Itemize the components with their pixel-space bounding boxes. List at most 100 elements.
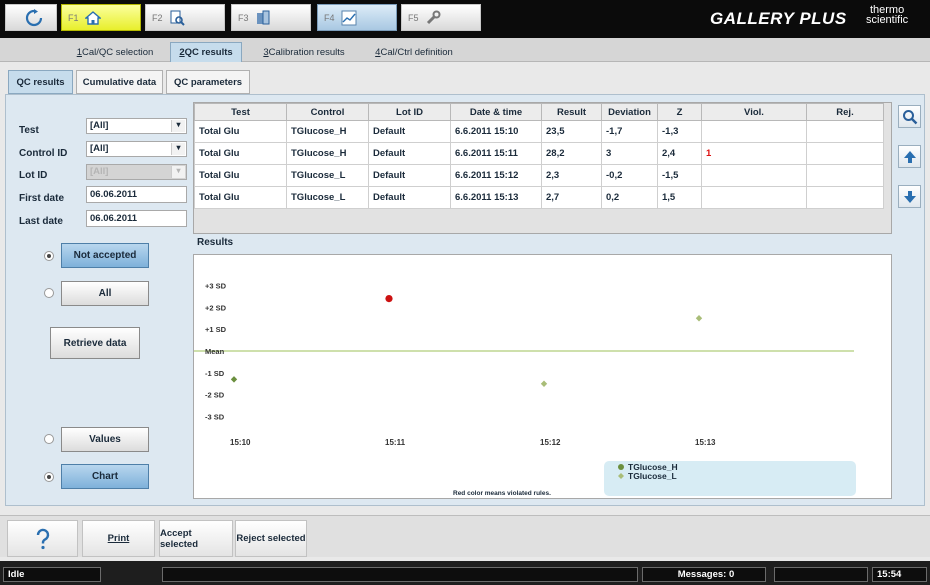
cell-test: Total Glu [194, 186, 287, 209]
test-select[interactable]: [All] ▾ [86, 118, 187, 134]
status-clock: 15:54 [872, 567, 927, 582]
first-date-input[interactable]: 06.06.2011 [86, 186, 187, 203]
f5-button[interactable]: F5 [401, 4, 481, 31]
table-header-row: Test Control Lot ID Date & time Result D… [194, 103, 884, 121]
col-control[interactable]: Control [286, 103, 369, 121]
app-title: GALLERY PLUS [710, 9, 847, 28]
magnifier-icon [902, 109, 917, 124]
subtab-cumulative-data[interactable]: Cumulative data [76, 70, 163, 94]
refresh-button[interactable] [5, 4, 57, 31]
y-tick-label: +3 SD [205, 282, 227, 291]
cell-lot-id: Default [368, 120, 451, 143]
f3-button[interactable]: F3 [231, 4, 311, 31]
data-point [230, 376, 238, 383]
table-row[interactable]: Total Glu TGlucose_L Default 6.6.2011 15:12… [194, 164, 884, 187]
cell-test: Total Glu [194, 142, 287, 165]
values-radio[interactable] [44, 434, 54, 444]
table-row[interactable]: Total Glu TGlucose_H Default 6.6.2011 15:11… [194, 142, 884, 165]
last-date-label: Last date [19, 216, 63, 227]
status-message-area [162, 567, 638, 582]
home-icon [84, 10, 101, 25]
cell-lot-id: Default [368, 164, 451, 187]
question-icon [36, 528, 49, 549]
status-state: Idle [3, 567, 101, 582]
col-lot-id[interactable]: Lot ID [368, 103, 451, 121]
cell-result: 2,7 [541, 186, 602, 209]
last-date-input[interactable]: 06.06.2011 [86, 210, 187, 227]
lot-id-select: [All] ▾ [86, 164, 187, 180]
data-point [540, 380, 548, 387]
results-label: Results [197, 237, 234, 248]
f1-home-button[interactable]: F1 [61, 4, 141, 31]
cell-lot-id: Default [368, 186, 451, 209]
status-blank [774, 567, 868, 582]
y-tick-label: +1 SD [205, 325, 227, 334]
chart-radio[interactable] [44, 472, 54, 482]
col-rej[interactable]: Rej. [806, 103, 884, 121]
violation-note: Red color means violated rules. [453, 490, 551, 497]
move-up-button[interactable] [898, 145, 921, 168]
tab-cal-qc-selection[interactable]: 1 Cal/QC selection [66, 42, 164, 62]
f4-key-label: F4 [324, 12, 335, 23]
table-row[interactable]: Total Glu TGlucose_H Default 6.6.2011 15:10… [194, 120, 884, 143]
main-tab-bar: 1 Cal/QC selection 2 QC results 3 Calibrati… [0, 38, 930, 62]
col-z[interactable]: Z [657, 103, 702, 121]
x-tick-label: 15:13 [695, 438, 716, 447]
cell-result: 2,3 [541, 164, 602, 187]
f2-key-label: F2 [152, 12, 163, 23]
col-result[interactable]: Result [541, 103, 602, 121]
f2-button[interactable]: F2 [145, 4, 225, 31]
retrieve-data-button[interactable]: Retrieve data [50, 327, 140, 359]
print-button[interactable]: Print [82, 520, 155, 557]
cell-control: TGlucose_H [286, 120, 369, 143]
tab-qc-results[interactable]: 2 QC results [170, 42, 242, 62]
cell-viol [701, 120, 807, 143]
refresh-icon [25, 8, 43, 26]
tab-cal-ctrl-definition[interactable]: 4 Cal/Ctrl definition [364, 42, 464, 62]
search-doc-icon [170, 10, 185, 26]
cell-z: -1,3 [657, 120, 702, 143]
table-row[interactable]: Total Glu TGlucose_L Default 6.6.2011 15:13… [194, 186, 884, 209]
f5-key-label: F5 [408, 12, 419, 23]
legend-marker [618, 464, 624, 470]
messages-count: Messages: 0 [677, 569, 735, 580]
all-button[interactable]: All [61, 281, 149, 306]
arrow-down-icon [903, 190, 916, 203]
cell-deviation: -0,2 [601, 164, 658, 187]
cell-control: TGlucose_L [286, 186, 369, 209]
chart-button[interactable]: Chart [61, 464, 149, 489]
qc-chart-svg: +3 SD +2 SD +1 SD Mean -1 SD -2 SD -3 SD 15:10 1… [194, 282, 856, 497]
move-down-button[interactable] [898, 185, 921, 208]
col-date-time[interactable]: Date & time [450, 103, 542, 121]
test-select-value: [All] [90, 120, 109, 131]
cell-date-time: 6.6.2011 15:11 [450, 142, 542, 165]
f4-button[interactable]: F4 [317, 4, 397, 31]
col-deviation[interactable]: Deviation [601, 103, 658, 121]
cell-z: -1,5 [657, 164, 702, 187]
tab-calibration-results[interactable]: 3 Calibration results [252, 42, 356, 62]
not-accepted-button[interactable]: Not accepted [61, 243, 149, 268]
lot-id-select-value: [All] [90, 166, 109, 177]
control-id-select[interactable]: [All] ▾ [86, 141, 187, 157]
reject-selected-button[interactable]: Reject selected [235, 520, 307, 557]
accept-selected-button[interactable]: Accept selected [159, 520, 233, 557]
messages-button[interactable]: Messages: 0 [642, 567, 766, 582]
qc-results-table: Test Control Lot ID Date & time Result D… [193, 102, 892, 234]
col-viol[interactable]: Viol. [701, 103, 807, 121]
col-test[interactable]: Test [194, 103, 287, 121]
help-button[interactable] [7, 520, 78, 557]
not-accepted-radio[interactable] [44, 251, 54, 261]
cell-viol [701, 164, 807, 187]
subtab-qc-parameters[interactable]: QC parameters [166, 70, 250, 94]
cell-date-time: 6.6.2011 15:12 [450, 164, 542, 187]
values-button[interactable]: Values [61, 427, 149, 452]
cell-deviation: 3 [601, 142, 658, 165]
cell-result: 23,5 [541, 120, 602, 143]
legend-label: TGlucose_L [628, 471, 677, 481]
x-tick-label: 15:10 [230, 438, 251, 447]
subtab-qc-results[interactable]: QC results [8, 70, 73, 94]
all-radio[interactable] [44, 288, 54, 298]
zoom-button[interactable] [898, 105, 921, 128]
cell-lot-id: Default [368, 142, 451, 165]
cell-z: 1,5 [657, 186, 702, 209]
